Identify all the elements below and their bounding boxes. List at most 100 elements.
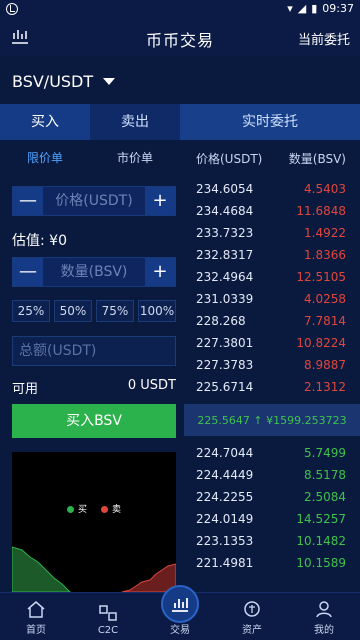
valuation-text: 估值: ¥0 (12, 233, 67, 249)
available-balance: 可用 0 USDT (12, 378, 176, 397)
percent-buttons: 25% 50% 75% 100% (12, 300, 176, 322)
order-price: 224.4449 (196, 468, 254, 482)
orderbook-price-header: 价格(USDT) (196, 151, 263, 166)
ask-row[interactable]: 228.268 7.7814 (184, 310, 360, 332)
order-amount: 2.5084 (304, 490, 346, 504)
order-price: 234.4684 (196, 204, 254, 218)
order-amount: 10.1482 (296, 534, 346, 548)
nav-label: C2C (97, 625, 119, 636)
nav-label: 首页 (26, 625, 46, 636)
price-plus-button[interactable]: + (145, 187, 175, 215)
nav-label: 交易 (170, 625, 190, 636)
nav-home[interactable]: 首页 (0, 593, 72, 640)
app-header: 币币交易 当前委托 (0, 18, 360, 56)
nav-c2c[interactable]: C2C (72, 593, 144, 640)
pair-selector[interactable]: BSV/USDT (12, 72, 116, 91)
bid-row[interactable]: 224.7044 5.7499 (184, 442, 360, 464)
buy-sell-tabs: 买入 卖出 (0, 104, 180, 140)
order-price: 224.0149 (196, 512, 254, 526)
order-amount: 11.6848 (296, 204, 346, 218)
ask-row[interactable]: 225.6714 2.1312 (184, 376, 360, 398)
buy-bsv-button[interactable]: 买入BSV (12, 404, 176, 438)
order-price: 231.0339 (196, 292, 254, 306)
signal-icon: ◢ (297, 2, 307, 15)
trade-icon (172, 598, 188, 612)
order-amount: 8.9887 (304, 358, 346, 372)
order-price: 232.8317 (196, 248, 254, 262)
order-price: 227.3801 (196, 336, 254, 350)
order-amount: 1.8366 (304, 248, 346, 262)
ask-row[interactable]: 234.4684 11.6848 (184, 200, 360, 222)
bid-row[interactable]: 224.2255 2.5084 (184, 486, 360, 508)
order-amount: 4.0258 (304, 292, 346, 306)
order-price: 234.6054 (196, 182, 254, 196)
tab-limit-order[interactable]: 限价单 (0, 144, 90, 172)
percent-50-button[interactable]: 50% (54, 300, 92, 322)
c2c-icon (99, 605, 117, 621)
order-price: 232.4964 (196, 270, 254, 284)
bid-row[interactable]: 224.0149 14.5257 (184, 508, 360, 530)
status-time: 09:37 (322, 2, 354, 15)
percent-25-button[interactable]: 25% (12, 300, 50, 322)
wifi-icon: ▾ (287, 2, 293, 15)
orderbook-header: 价格(USDT) 数量(BSV) (184, 144, 360, 172)
amount-minus-button[interactable]: — (13, 258, 43, 286)
order-amount: 4.5403 (304, 182, 346, 196)
status-bar: ▾ ◢ ▮ 09:37 (0, 0, 360, 18)
order-type-tabs: 限价单 市价单 (0, 144, 180, 172)
order-price: 221.4981 (196, 556, 254, 570)
nav-trade[interactable]: 交易 (144, 585, 216, 640)
tab-buy[interactable]: 买入 (0, 104, 90, 140)
price-minus-button[interactable]: — (13, 187, 43, 215)
amount-stepper: — 数量(BSV) + (12, 257, 176, 287)
pair-label: BSV/USDT (12, 72, 94, 91)
bid-row[interactable]: 223.1353 10.1482 (184, 530, 360, 552)
order-amount: 14.5257 (296, 512, 346, 526)
order-price: 228.268 (196, 314, 246, 328)
ask-row[interactable]: 227.3801 10.8224 (184, 332, 360, 354)
price-stepper: — 价格(USDT) + (12, 186, 176, 216)
available-label: 可用 (12, 382, 39, 397)
price-input[interactable]: 价格(USDT) (43, 187, 145, 215)
caret-down-icon (103, 78, 116, 85)
order-amount: 10.1589 (296, 556, 346, 570)
tab-realtime-orders[interactable]: 实时委托 (180, 104, 360, 140)
tab-market-order[interactable]: 市价单 (90, 144, 180, 172)
percent-75-button[interactable]: 75% (96, 300, 134, 322)
nav-assets[interactable]: 资产 (216, 593, 288, 640)
ask-row[interactable]: 232.4964 12.5105 (184, 266, 360, 288)
orderbook-amount-header: 数量(BSV) (288, 151, 346, 166)
amount-input[interactable]: 数量(BSV) (43, 258, 145, 286)
bid-row[interactable]: 224.4449 8.5178 (184, 464, 360, 486)
depth-curves (12, 546, 176, 592)
battery-icon: ▮ (311, 2, 318, 15)
bids-list: 224.7044 5.7499 224.4449 8.5178 224.2255 2.50… (184, 442, 360, 574)
order-price: 233.7323 (196, 226, 254, 240)
nav-label: 资产 (242, 625, 262, 636)
asks-list: 234.6054 4.5403 234.4684 11.6848 233.7323 1.4… (184, 178, 360, 398)
percent-100-button[interactable]: 100% (138, 300, 176, 322)
ask-row[interactable]: 231.0339 4.0258 (184, 288, 360, 310)
amount-plus-button[interactable]: + (145, 258, 175, 286)
order-amount: 10.8224 (296, 336, 346, 350)
current-orders-link[interactable]: 当前委托 (298, 29, 350, 48)
bottom-nav: 首页 C2C 交易 资产 我的 (0, 585, 360, 640)
status-right: ▾ ◢ ▮ 09:37 (287, 2, 354, 15)
order-amount: 2.1312 (304, 380, 346, 394)
tab-sell[interactable]: 卖出 (90, 104, 180, 140)
depth-chart: 买 卖 (12, 452, 176, 592)
ask-row[interactable]: 227.3783 8.9887 (184, 354, 360, 376)
order-amount: 12.5105 (296, 270, 346, 284)
trade-icon-wrap (161, 585, 199, 623)
order-price: 224.7044 (196, 446, 254, 460)
nav-profile[interactable]: 我的 (288, 593, 360, 640)
order-price: 225.6714 (196, 380, 254, 394)
ask-row[interactable]: 232.8317 1.8366 (184, 244, 360, 266)
home-icon (27, 601, 45, 618)
ask-row[interactable]: 234.6054 4.5403 (184, 178, 360, 200)
bid-row[interactable]: 221.4981 10.1589 (184, 552, 360, 574)
total-input[interactable]: 总额(USDT) (12, 336, 176, 366)
order-amount: 7.7814 (304, 314, 346, 328)
ask-row[interactable]: 233.7323 1.4922 (184, 222, 360, 244)
bid-depth-area (12, 546, 71, 592)
